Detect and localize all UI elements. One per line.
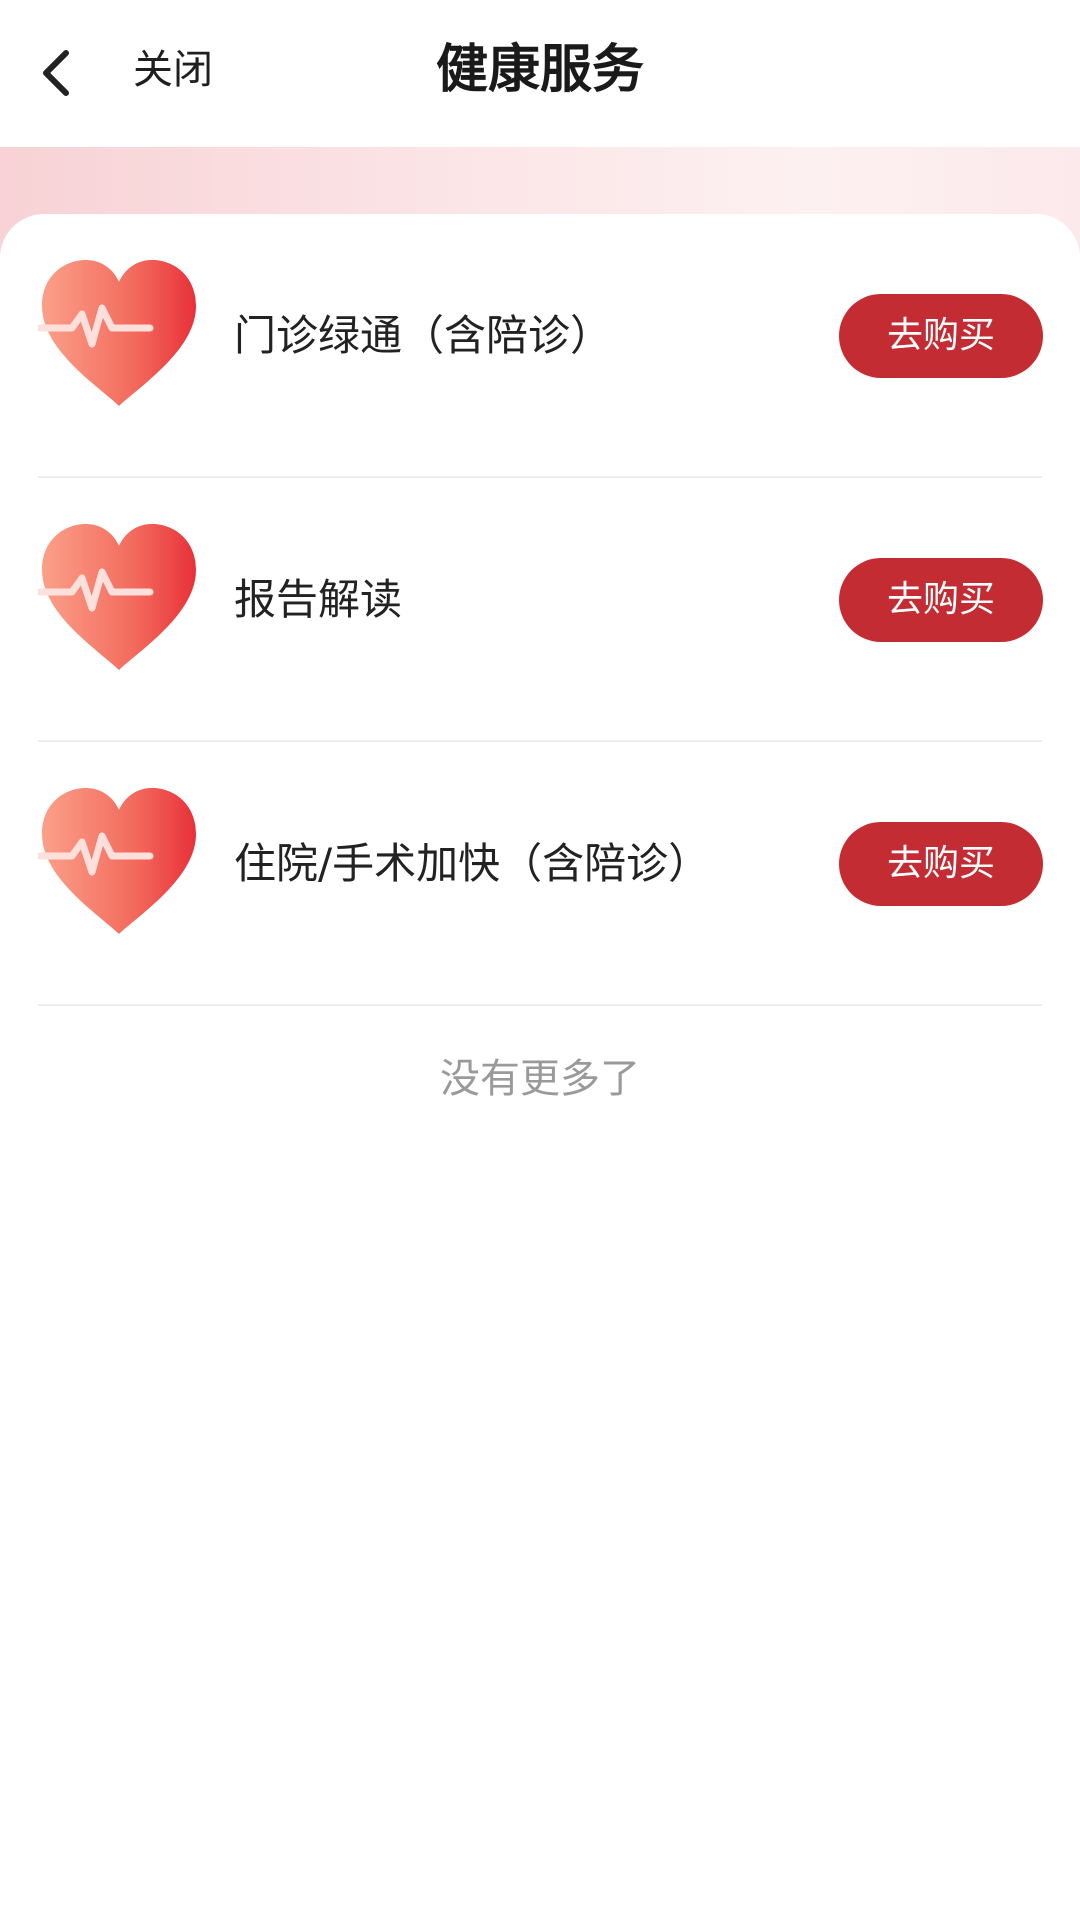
heartbeat-heart-icon xyxy=(38,260,196,406)
service-name: 门诊绿通（含陪诊） xyxy=(234,311,613,360)
buy-button[interactable]: 去购买 xyxy=(839,822,1043,906)
heartbeat-heart-icon xyxy=(38,788,196,934)
buy-button[interactable]: 去购买 xyxy=(839,558,1043,642)
buy-button[interactable]: 去购买 xyxy=(839,294,1043,378)
no-more-label: 没有更多了 xyxy=(440,1056,640,1102)
health-services-page: 关闭 健康服务 门诊绿通（含陪诊） 去购买 报告解读 去购买 住院/手术加快（含… xyxy=(0,0,1080,1920)
service-name: 住院/手术加快（含陪诊） xyxy=(234,839,711,888)
service-name: 报告解读 xyxy=(234,575,403,624)
heartbeat-heart-icon xyxy=(38,524,196,670)
page-title: 健康服务 xyxy=(435,40,644,100)
service-item-hospitalization: 住院/手术加快（含陪诊） 去购买 xyxy=(38,742,1043,1006)
service-item-report: 报告解读 去购买 xyxy=(38,478,1043,742)
service-item-outpatient: 门诊绿通（含陪诊） 去购买 xyxy=(38,214,1043,478)
service-list: 门诊绿通（含陪诊） 去购买 报告解读 去购买 住院/手术加快（含陪诊） 去购买 xyxy=(38,214,1043,1006)
header-bar: 关闭 健康服务 xyxy=(0,0,1080,147)
